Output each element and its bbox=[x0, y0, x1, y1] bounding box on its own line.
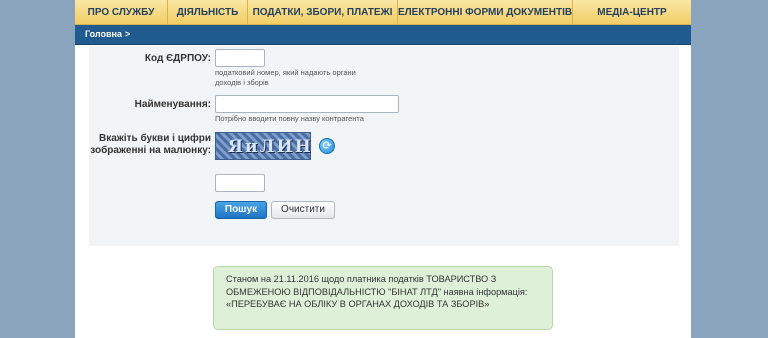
search-form: Код ЄДРПОУ: податковий номер, який надаю… bbox=[89, 46, 679, 246]
edrpou-hint: податковий номер, який надають органи до… bbox=[215, 68, 356, 87]
breadcrumb-bar: Головна > bbox=[75, 25, 691, 45]
captcha-image: ЯиЛИН bbox=[215, 132, 311, 160]
name-label: Найменування: bbox=[134, 99, 211, 110]
breadcrumb-home-link[interactable]: Головна bbox=[85, 29, 122, 39]
search-button[interactable]: Пошук bbox=[215, 201, 267, 219]
nav-item-taxes[interactable]: ПОДАТКИ, ЗБОРИ, ПЛАТЕЖІ bbox=[248, 0, 398, 25]
edrpou-label: Код ЄДРПОУ: bbox=[144, 53, 211, 64]
captcha-image-text: ЯиЛИН bbox=[228, 137, 313, 157]
nav-item-media-center[interactable]: МЕДІА-ЦЕНТР bbox=[573, 0, 691, 25]
page: ПРО СЛУЖБУ ДІЯЛЬНІСТЬ ПОДАТКИ, ЗБОРИ, ПЛ… bbox=[75, 0, 691, 338]
nav-item-activity[interactable]: ДІЯЛЬНІСТЬ bbox=[168, 0, 248, 25]
nav-item-e-forms[interactable]: ЕЛЕКТРОННІ ФОРМИ ДОКУМЕНТІВ bbox=[398, 0, 573, 25]
nav-item-about[interactable]: ПРО СЛУЖБУ bbox=[75, 0, 168, 25]
name-hint: Потрібно вводити повну назву контрагента bbox=[215, 114, 364, 123]
refresh-icon[interactable]: ⟳ bbox=[319, 138, 335, 154]
breadcrumb-separator: > bbox=[125, 29, 131, 39]
edrpou-input[interactable] bbox=[215, 49, 265, 67]
captcha-input[interactable] bbox=[215, 174, 265, 192]
breadcrumb: Головна > bbox=[85, 29, 130, 39]
top-navigation: ПРО СЛУЖБУ ДІЯЛЬНІСТЬ ПОДАТКИ, ЗБОРИ, ПЛ… bbox=[75, 0, 691, 25]
captcha-label: Вкажіть букви і цифри зображенні на малю… bbox=[90, 133, 211, 156]
result-message: Станом на 21.11.2016 щодо платника подат… bbox=[213, 266, 553, 330]
name-input[interactable] bbox=[215, 95, 399, 113]
clear-button[interactable]: Очистити bbox=[271, 201, 335, 219]
